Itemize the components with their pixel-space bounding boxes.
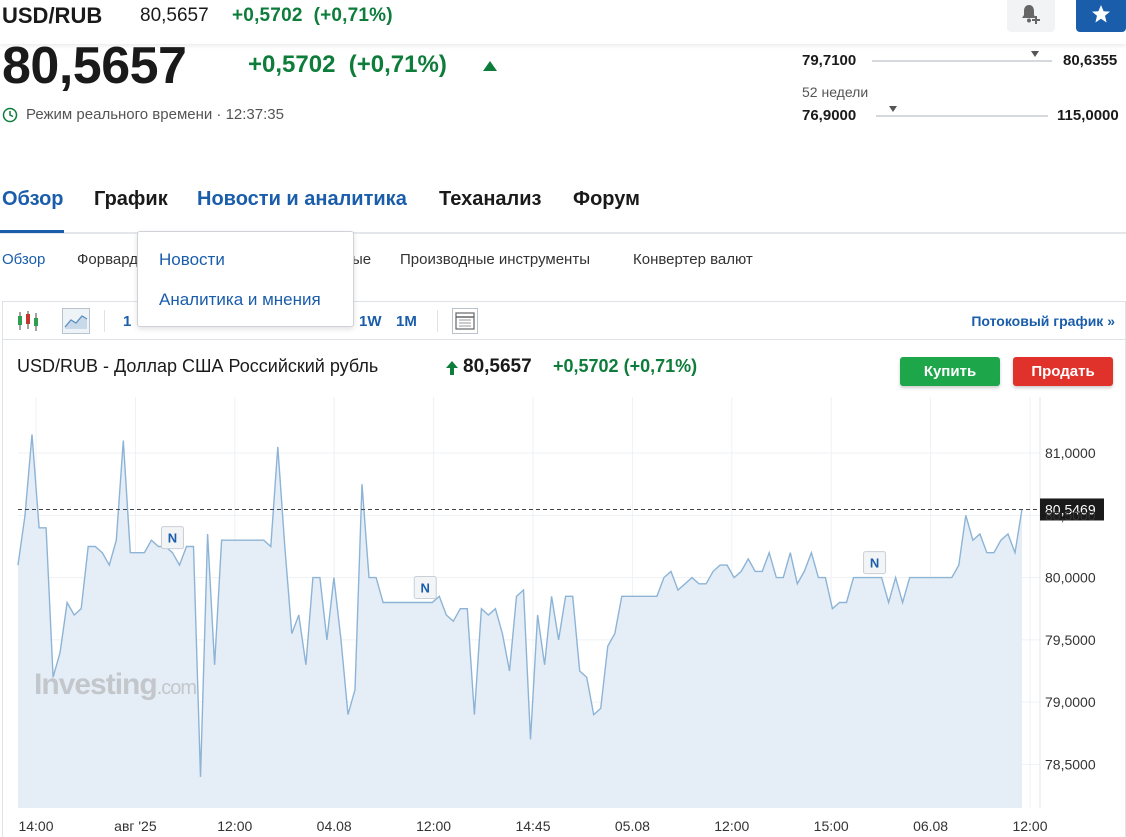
x-tick-label: 12:00 [1012, 818, 1047, 834]
watermark-suffix: .com [156, 677, 197, 699]
news-marker-label: N [421, 581, 430, 596]
y-tick-label: 78,5000 [1045, 756, 1096, 772]
news-marker-label: N [870, 556, 879, 571]
price-chart[interactable]: 80,546981,000080,500080,000079,500079,00… [0, 0, 1126, 837]
dropdown-item-news[interactable]: Новости [159, 250, 225, 270]
x-tick-label: 14:45 [515, 818, 550, 834]
x-tick-label: 06.08 [913, 818, 948, 834]
y-tick-label: 80,0000 [1045, 570, 1096, 586]
y-tick-label: 81,0000 [1045, 445, 1096, 461]
y-tick-label: 79,0000 [1045, 694, 1096, 710]
news-marker-label: N [168, 531, 177, 546]
x-tick-label: 04.08 [317, 818, 352, 834]
x-tick-label: 15:00 [814, 818, 849, 834]
watermark-main: Investing [34, 668, 158, 701]
news-dropdown-menu: Новости Аналитика и мнения [137, 231, 354, 327]
x-tick-label: 14:00 [18, 818, 53, 834]
x-tick-label: авг '25 [114, 818, 157, 834]
x-tick-label: 12:00 [217, 818, 252, 834]
y-tick-label: 80,5000 [1045, 507, 1096, 523]
x-tick-label: 05.08 [615, 818, 650, 834]
x-tick-label: 12:00 [416, 818, 451, 834]
dropdown-item-analytics[interactable]: Аналитика и мнения [159, 290, 321, 310]
x-tick-label: 12:00 [714, 818, 749, 834]
investing-watermark: Investing.com [34, 668, 197, 702]
y-tick-label: 79,5000 [1045, 632, 1096, 648]
